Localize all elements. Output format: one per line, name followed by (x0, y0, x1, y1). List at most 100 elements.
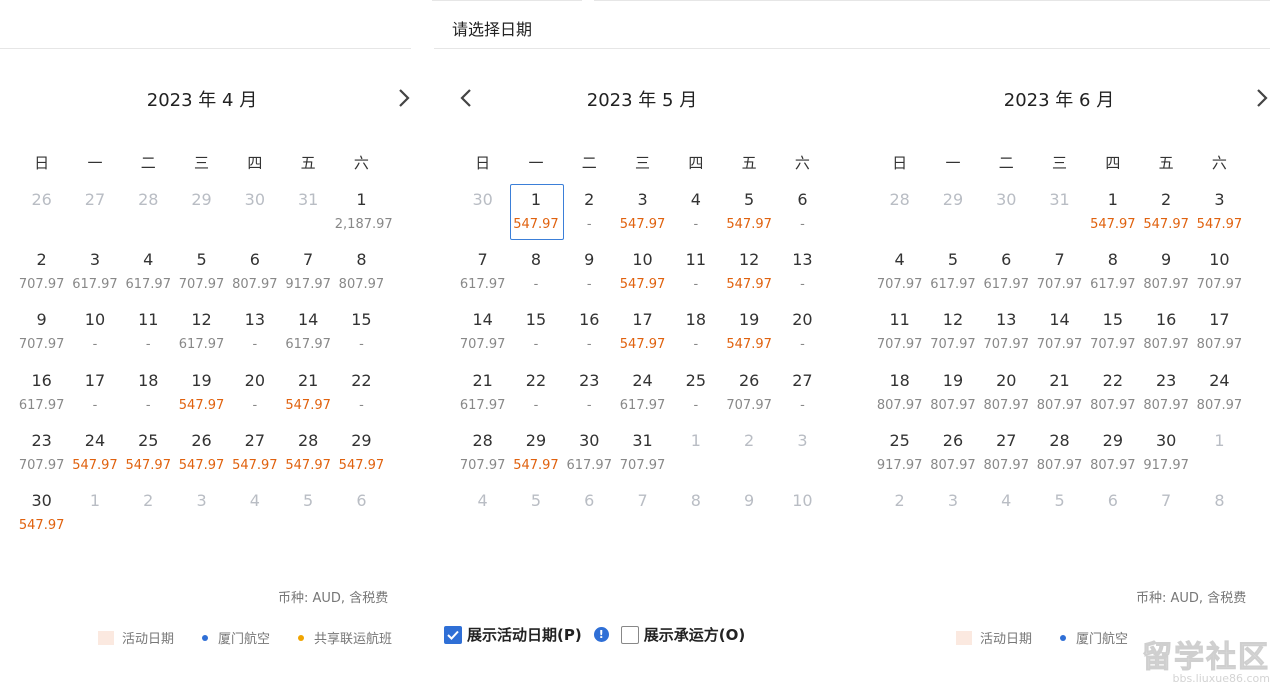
day-cell[interactable]: 12 617.97 (175, 306, 228, 366)
day-cell[interactable]: 2- (563, 186, 616, 246)
show-activity-label[interactable]: 展示活动日期(P) (467, 624, 582, 645)
day-cell[interactable]: 13 707.97 (980, 306, 1033, 366)
day-cell[interactable]: 30 917.97 (1139, 427, 1192, 487)
day-cell[interactable]: 8 807.97 (335, 246, 388, 306)
day-cell[interactable]: 5 617.97 (926, 246, 979, 306)
day-cell[interactable]: 9- (563, 246, 616, 306)
day-cell[interactable]: 7 917.97 (281, 246, 334, 306)
day-cell[interactable]: 19 807.97 (926, 367, 979, 427)
day-cell[interactable]: 3 547.97 (616, 186, 669, 246)
day-cell[interactable]: 17 807.97 (1193, 306, 1246, 366)
day-cell[interactable]: 15 - (335, 306, 388, 366)
day-cell[interactable]: 31 707.97 (616, 427, 669, 487)
day-cell[interactable]: 16 617.97 (15, 367, 68, 427)
day-cell[interactable]: 4- (669, 186, 722, 246)
day-cell[interactable]: 11 - (122, 306, 175, 366)
day-cell[interactable]: 2 707.97 (15, 246, 68, 306)
day-cell[interactable]: 26 547.97 (175, 427, 228, 487)
day-cell[interactable]: 13 - (776, 246, 829, 306)
day-cell[interactable]: 18 - (669, 306, 722, 366)
next-month-button[interactable] (394, 86, 414, 110)
day-cell[interactable]: 19 547.97 (175, 367, 228, 427)
day-cell[interactable]: 23 - (563, 367, 616, 427)
day-cell[interactable]: 8- (509, 246, 562, 306)
day-cell[interactable]: 4 617.97 (122, 246, 175, 306)
day-cell[interactable]: 12 707.97 (926, 306, 979, 366)
day-cell[interactable]: 19 547.97 (722, 306, 775, 366)
day-cell[interactable]: 10 547.97 (616, 246, 669, 306)
day-cell[interactable]: 18 - (122, 367, 175, 427)
show-carrier-checkbox[interactable] (620, 625, 639, 644)
day-cell[interactable]: 13 - (228, 306, 281, 366)
day-cell[interactable]: 21 617.97 (456, 367, 509, 427)
day-cell[interactable]: 22 - (335, 367, 388, 427)
day-cell[interactable]: 29 547.97 (509, 427, 562, 487)
day-cell[interactable]: 12 547.97 (722, 246, 775, 306)
day-cell[interactable]: 25 917.97 (873, 427, 926, 487)
day-cell[interactable]: 21 547.97 (281, 367, 334, 427)
weekday-label: 一 (528, 154, 544, 172)
day-cell[interactable]: 6 807.97 (228, 246, 281, 306)
day-cell[interactable]: 24 547.97 (68, 427, 121, 487)
day-cell[interactable]: 29 807.97 (1086, 427, 1139, 487)
day-cell[interactable]: 23 807.97 (1139, 367, 1192, 427)
day-cell[interactable]: 9 707.97 (15, 306, 68, 366)
day-cell[interactable]: 24 807.97 (1193, 367, 1246, 427)
day-cell[interactable]: 30 617.97 (563, 427, 616, 487)
day-cell[interactable]: 15 707.97 (1086, 306, 1139, 366)
day-cell[interactable]: 27 547.97 (228, 427, 281, 487)
day-cell[interactable]: 4 707.97 (873, 246, 926, 306)
day-cell[interactable]: 15 - (509, 306, 562, 366)
day-cell[interactable]: 25 547.97 (122, 427, 175, 487)
day-cell[interactable]: 16 807.97 (1139, 306, 1192, 366)
day-cell[interactable]: 22 807.97 (1086, 367, 1139, 427)
day-cell[interactable]: 18 807.97 (873, 367, 926, 427)
show-carrier-label[interactable]: 展示承运方(O) (644, 624, 745, 645)
day-cell[interactable]: 28 707.97 (456, 427, 509, 487)
day-cell[interactable]: 17 547.97 (616, 306, 669, 366)
day-cell[interactable]: 7 707.97 (1033, 246, 1086, 306)
day-cell[interactable]: 3 617.97 (68, 246, 121, 306)
day-cell[interactable]: 29 547.97 (335, 427, 388, 487)
day-cell[interactable]: 27 807.97 (980, 427, 1033, 487)
day-cell[interactable]: 21 807.97 (1033, 367, 1086, 427)
day-cell[interactable]: 23 707.97 (15, 427, 68, 487)
info-icon[interactable]: ! (593, 627, 609, 642)
day-cell[interactable]: 2 547.97 (1139, 186, 1192, 246)
day-cell[interactable]: 16 - (563, 306, 616, 366)
day-cell[interactable]: 17 - (68, 367, 121, 427)
day-cell[interactable]: 5 547.97 (722, 186, 775, 246)
day-cell[interactable]: 26 807.97 (926, 427, 979, 487)
day-cell[interactable]: 20 807.97 (980, 367, 1033, 427)
day-cell[interactable]: 20 - (228, 367, 281, 427)
day-cell[interactable]: 14 707.97 (456, 306, 509, 366)
day-cell[interactable]: 8 617.97 (1086, 246, 1139, 306)
next-month-button[interactable] (1252, 86, 1272, 110)
day-cell[interactable]: 5 707.97 (175, 246, 228, 306)
day-cell[interactable]: 11 707.97 (873, 306, 926, 366)
day-cell[interactable]: 11 - (669, 246, 722, 306)
prev-month-button[interactable] (456, 86, 476, 110)
day-cell[interactable]: 24 617.97 (616, 367, 669, 427)
show-activity-checkbox[interactable] (444, 625, 462, 644)
day-cell[interactable]: 28 547.97 (281, 427, 334, 487)
day-cell[interactable]: 14 617.97 (281, 306, 334, 366)
day-cell[interactable]: 28 807.97 (1033, 427, 1086, 487)
day-cell[interactable]: 10 - (68, 306, 121, 366)
day-cell[interactable]: 1 2,187.97 (335, 186, 393, 246)
day-cell[interactable]: 9 807.97 (1139, 246, 1192, 306)
day-cell[interactable]: 27 - (776, 367, 829, 427)
day-cell[interactable]: 1 547.97 (1086, 186, 1139, 246)
day-cell[interactable]: 22 - (509, 367, 562, 427)
day-cell[interactable]: 26 707.97 (722, 367, 775, 427)
day-cell[interactable]: 20 - (776, 306, 829, 366)
day-cell[interactable]: 6 617.97 (980, 246, 1033, 306)
day-cell[interactable]: 25 - (669, 367, 722, 427)
day-cell[interactable]: 7 617.97 (456, 246, 509, 306)
day-cell[interactable]: 6- (776, 186, 829, 246)
day-cell[interactable]: 3 547.97 (1193, 186, 1246, 246)
day-cell[interactable]: 14 707.97 (1033, 306, 1086, 366)
day-cell-selected[interactable]: 1 547.97 (509, 183, 565, 246)
day-cell[interactable]: 30 547.97 (15, 487, 68, 547)
day-cell[interactable]: 10 707.97 (1193, 246, 1246, 306)
